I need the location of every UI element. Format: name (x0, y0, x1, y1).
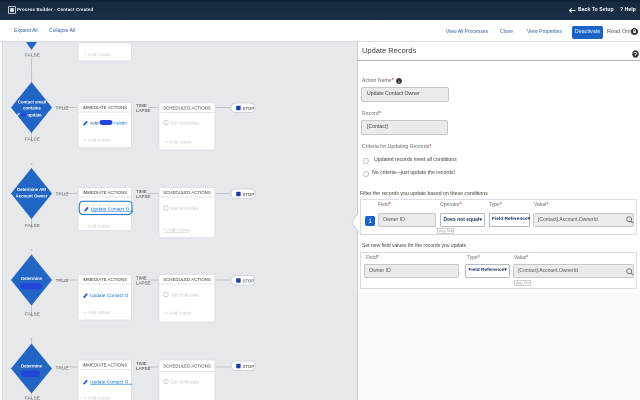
svg-text:SCHEDULED ACTIONS: SCHEDULED ACTIONS (163, 190, 211, 195)
svg-text:Set Schedule: Set Schedule (171, 121, 200, 127)
svg-text:IMMEDIATE ACTIONS: IMMEDIATE ACTIONS (83, 277, 128, 282)
svg-text:FALSE: FALSE (25, 53, 40, 59)
svg-text:SCHEDULED ACTIONS: SCHEDULED ACTIONS (163, 364, 211, 369)
svg-text:FALSE: FALSE (25, 223, 40, 229)
svg-text:LAPSE: LAPSE (136, 366, 151, 371)
svg-text:+ Add Action: + Add Action (165, 311, 192, 317)
svg-text:TRUE: TRUE (56, 106, 69, 112)
svg-text:+ Add Action: + Add Action (84, 52, 111, 58)
svg-text:LAPSE: LAPSE (136, 108, 151, 113)
svg-text:STOP: STOP (242, 106, 254, 111)
svg-text:Update Contact O...: Update Contact O... (91, 207, 133, 213)
svg-text:SCHEDULED ACTIONS: SCHEDULED ACTIONS (163, 277, 211, 282)
svg-text:+ Add Action: + Add Action (84, 138, 111, 144)
svg-text:+ Add Action: + Add Action (84, 224, 111, 230)
svg-text:FALSE: FALSE (25, 312, 40, 318)
svg-text:IMMEDIATE ACTIONS: IMMEDIATE ACTIONS (83, 105, 128, 110)
svg-text:Contact email: Contact email (18, 100, 46, 105)
svg-text:IMMEDIATE ACTIONS: IMMEDIATE ACTIONS (83, 190, 128, 195)
svg-text:Set Schedule: Set Schedule (171, 380, 200, 386)
svg-text:TRUE: TRUE (56, 366, 69, 372)
svg-text:contains: contains (23, 106, 41, 111)
svg-text:Determine: Determine (21, 276, 43, 281)
svg-text:STOP: STOP (242, 192, 254, 197)
svg-text:TRUE: TRUE (56, 278, 69, 284)
svg-text:STOP: STOP (242, 278, 254, 283)
svg-text:Austin: Austin (114, 121, 128, 127)
svg-text:IMMEDIATE ACTIONS: IMMEDIATE ACTIONS (83, 363, 128, 368)
svg-text:Set Schedule: Set Schedule (171, 293, 200, 299)
svg-text:Account Owner: Account Owner (16, 194, 48, 199)
svg-text:LAPSE: LAPSE (136, 194, 151, 199)
svg-text:TRUE: TRUE (56, 192, 69, 198)
svg-text:+ Add Action: + Add Action (163, 228, 190, 234)
svg-text:FALSE: FALSE (25, 137, 40, 143)
svg-text:FALSE: FALSE (25, 396, 40, 400)
svg-text:SCHEDULED ACTIONS: SCHEDULED ACTIONS (163, 106, 211, 111)
svg-text:+ Add Action: + Add Action (84, 396, 111, 400)
svg-text:+ Add Action: + Add Action (165, 140, 192, 146)
svg-text:STOP: STOP (242, 364, 254, 369)
svg-text:Set Schedule: Set Schedule (171, 206, 200, 212)
svg-text:update: update (27, 113, 42, 118)
svg-text:?: ? (634, 52, 638, 58)
svg-text:Add: Add (90, 121, 99, 127)
svg-text:+ Add Action: + Add Action (84, 310, 111, 316)
svg-text:Update Contact O: Update Contact O (90, 293, 129, 299)
svg-text:Determine AM: Determine AM (17, 187, 46, 192)
svg-text:LAPSE: LAPSE (136, 281, 151, 286)
svg-text:Update Contact O...: Update Contact O... (90, 380, 132, 386)
svg-text:Determine: Determine (21, 364, 43, 369)
